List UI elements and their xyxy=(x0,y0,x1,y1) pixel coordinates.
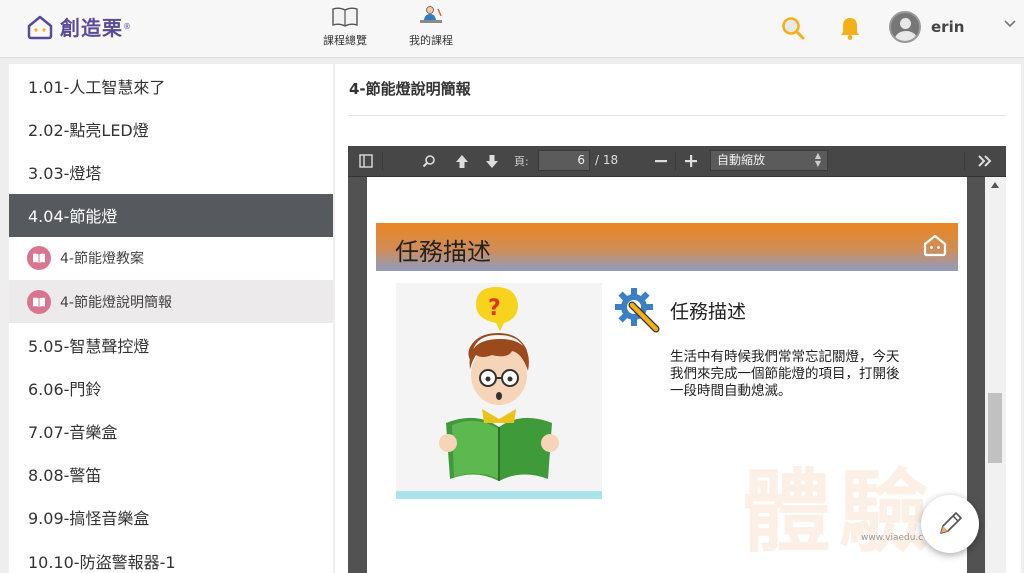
username: erin xyxy=(931,18,965,36)
nav-label: 我的課程 xyxy=(409,34,453,47)
pdf-viewer: 頁: 6 / 18 自動縮放 ▲ ▼ 任務描述 ? 任務描述 生活中有時候我們常… xyxy=(348,146,1006,573)
sidebar-subitem-label: 4-節能燈教案 xyxy=(60,251,144,268)
brand-name: 創造栗 xyxy=(60,16,123,40)
slide-banner: 任務描述 xyxy=(376,223,958,271)
course-sidebar: 1.01-人工智慧來了 2.02-點亮LED燈 3.03-燈塔 4.04-節能燈… xyxy=(9,64,333,573)
pdf-page: 任務描述 ? 任務描述 生活中有時候我們常常忘記關燈，今天我們來完成一個節能燈的… xyxy=(367,177,967,573)
pdf-scrollbar[interactable] xyxy=(985,177,1006,573)
book-icon xyxy=(27,289,51,314)
tools-menu-icon[interactable] xyxy=(977,155,993,167)
nav-label: 課程總覽 xyxy=(323,34,367,47)
gear-wrench-icon xyxy=(615,288,660,333)
select-arrows-icon: ▲ ▼ xyxy=(814,151,821,168)
search-icon[interactable] xyxy=(422,154,436,168)
task-heading: 任務描述 xyxy=(614,287,746,333)
zoom-in-icon[interactable] xyxy=(685,155,697,167)
avatar xyxy=(889,11,921,43)
nav-course-overview[interactable]: 課程總覽 xyxy=(310,5,380,48)
content-panel: 4-節能燈說明簡報 頁: 6 / 18 自動縮放 ▲ ▼ 任務描述 ? 任務描述… xyxy=(335,64,1021,573)
pencil-icon xyxy=(940,512,962,534)
sidebar-subitem-label: 4-節能燈說明簡報 xyxy=(60,294,172,311)
sidebar-item-lesson-4[interactable]: 4.04-節能燈 xyxy=(9,193,333,237)
toolbar-separator xyxy=(382,152,383,170)
open-book-icon xyxy=(332,7,358,27)
task-description: 生活中有時候我們常常忘記關燈，今天我們來完成一個節能燈的項目，打開後一段時間自動… xyxy=(670,349,900,399)
watermark-url: www.viaedu.c xyxy=(861,533,924,543)
logo-icon xyxy=(923,234,947,257)
chevron-down-icon[interactable] xyxy=(1003,19,1017,29)
svg-text:?: ? xyxy=(488,296,501,321)
brand-logo[interactable]: 創造栗 ® xyxy=(26,12,131,41)
user-menu[interactable]: erin xyxy=(889,11,964,43)
pdf-page-area[interactable]: 任務描述 ? 任務描述 生活中有時候我們常常忘記關燈，今天我們來完成一個節能燈的… xyxy=(348,177,985,573)
nav-my-courses[interactable]: 我的課程 xyxy=(396,5,466,48)
scrollbar-thumb[interactable] xyxy=(988,393,1002,463)
sidebar-item-lesson-10[interactable]: 10.10-防盜警報器-1 xyxy=(9,539,333,573)
book-icon xyxy=(27,246,51,271)
page-total: / 18 xyxy=(595,153,619,167)
brand-registered-mark: ® xyxy=(123,22,131,31)
sidebar-item-lesson-9[interactable]: 9.09-搞怪音樂盒 xyxy=(9,496,333,539)
sidebar-toggle-icon[interactable] xyxy=(359,154,373,168)
bell-icon[interactable] xyxy=(839,15,861,41)
boy-reading-illustration: ? xyxy=(396,283,602,499)
watermark-text: 體驗 xyxy=(741,459,937,565)
zoom-select[interactable]: 自動縮放 ▲ ▼ xyxy=(710,150,828,171)
toolbar-separator xyxy=(675,152,676,170)
page-label: 頁: xyxy=(514,155,529,168)
sidebar-subitem-slides[interactable]: 4-節能燈說明簡報 xyxy=(9,279,333,324)
scroll-up-icon[interactable] xyxy=(991,182,999,188)
slide-banner-title: 任務描述 xyxy=(395,238,491,266)
sidebar-subitem-lesson-plan[interactable]: 4-節能燈教案 xyxy=(9,237,333,280)
sidebar-item-lesson-2[interactable]: 2.02-點亮LED燈 xyxy=(9,107,333,150)
page-number-input[interactable]: 6 xyxy=(538,150,590,171)
title-divider xyxy=(348,115,1006,116)
sidebar-item-lesson-1[interactable]: 1.01-人工智慧來了 xyxy=(9,64,333,107)
sidebar-item-lesson-7[interactable]: 7.07-音樂盒 xyxy=(9,410,333,453)
page-title: 4-節能燈說明簡報 xyxy=(349,80,471,98)
toolbar-separator xyxy=(964,152,965,170)
sidebar-item-lesson-8[interactable]: 8.08-警笛 xyxy=(9,453,333,496)
next-page-icon[interactable] xyxy=(485,154,499,169)
previous-page-icon[interactable] xyxy=(455,154,469,169)
zoom-select-value: 自動縮放 xyxy=(717,153,766,167)
pdf-toolbar: 頁: 6 / 18 自動縮放 ▲ ▼ xyxy=(348,146,1006,177)
logo-icon xyxy=(27,15,53,39)
task-title: 任務描述 xyxy=(670,300,747,323)
boy-reading-icon: ? xyxy=(439,287,559,481)
search-icon[interactable] xyxy=(780,15,806,41)
zoom-out-icon[interactable] xyxy=(655,160,667,163)
sidebar-item-lesson-6[interactable]: 6.06-門鈴 xyxy=(9,366,333,409)
edit-note-button[interactable] xyxy=(921,495,979,553)
student-desk-icon xyxy=(420,6,442,23)
sidebar-item-lesson-5[interactable]: 5.05-智慧聲控燈 xyxy=(9,323,333,366)
top-bar: 創造栗 ® 課程總覽 我的課程 erin xyxy=(0,0,1024,58)
sidebar-item-lesson-3[interactable]: 3.03-燈塔 xyxy=(9,150,333,193)
